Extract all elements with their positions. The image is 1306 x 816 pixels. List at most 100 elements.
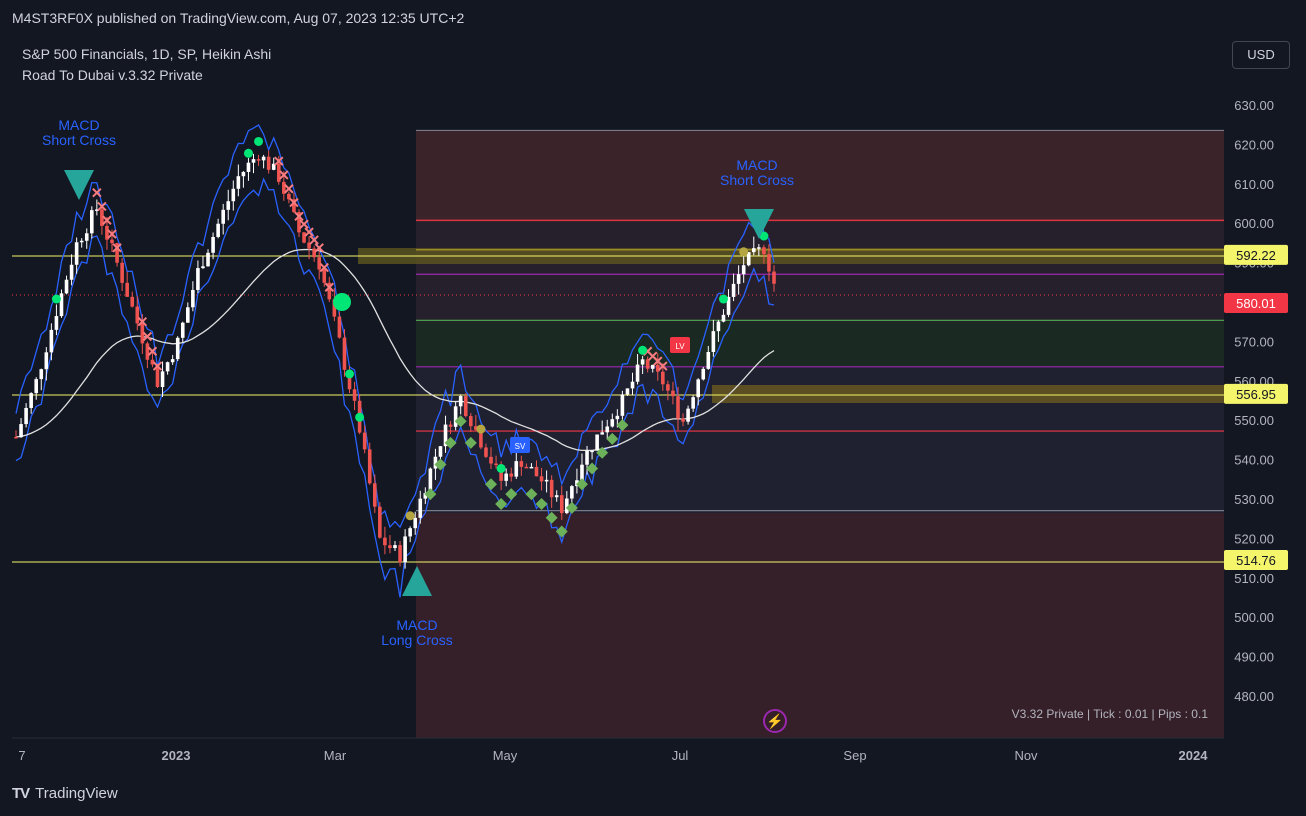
candle-body bbox=[14, 436, 18, 439]
publisher-line: M4ST3RF0X published on TradingView.com, … bbox=[12, 10, 465, 26]
candle-body bbox=[554, 495, 559, 498]
candle-body bbox=[509, 473, 514, 477]
candle-body bbox=[74, 242, 79, 265]
candle-body bbox=[145, 343, 150, 360]
candle-body bbox=[661, 371, 665, 385]
y-tick-label: 530.00 bbox=[1234, 492, 1274, 507]
y-tick-label: 540.00 bbox=[1234, 453, 1274, 468]
candle-body bbox=[49, 329, 54, 353]
candle-body bbox=[757, 247, 761, 249]
signal-dot bbox=[345, 369, 355, 379]
macd-short-text-2a: MACD bbox=[736, 157, 777, 173]
candle-body bbox=[701, 368, 706, 380]
candle-body bbox=[236, 176, 241, 189]
candle-body bbox=[640, 359, 645, 365]
candle-body bbox=[398, 545, 402, 563]
candle-body bbox=[772, 271, 776, 284]
candle-body bbox=[403, 536, 407, 563]
candle-body bbox=[393, 545, 397, 549]
candle-body bbox=[615, 415, 620, 420]
candle-body bbox=[39, 369, 44, 380]
candle-body bbox=[34, 379, 39, 394]
footer: TV TradingView bbox=[12, 785, 118, 802]
candle-body bbox=[135, 306, 140, 324]
candle-body bbox=[580, 464, 584, 481]
symbol-title[interactable]: S&P 500 Financials, 1D, SP, Heikin Ashi bbox=[22, 44, 271, 65]
candle-body bbox=[206, 252, 210, 267]
signal-dot bbox=[254, 136, 264, 146]
y-tick-label: 620.00 bbox=[1234, 137, 1274, 152]
candle-body bbox=[453, 406, 458, 427]
sell-cross-marker bbox=[284, 184, 294, 194]
candle-body bbox=[312, 248, 316, 258]
candle-body bbox=[767, 254, 771, 272]
candle-body bbox=[585, 450, 589, 465]
y-tick-label: 630.00 bbox=[1234, 98, 1274, 113]
candle-body bbox=[544, 479, 549, 482]
candle-body bbox=[69, 264, 74, 280]
candle-body bbox=[549, 479, 554, 498]
large-signal-dot bbox=[333, 293, 351, 311]
candle-body bbox=[696, 379, 700, 398]
candle-body bbox=[276, 163, 281, 182]
y-tick-label: 570.00 bbox=[1234, 334, 1274, 349]
candle-body bbox=[266, 156, 271, 170]
candle-body bbox=[186, 307, 190, 323]
candle-body bbox=[201, 266, 205, 269]
candle-body bbox=[625, 388, 630, 395]
candle-body bbox=[469, 416, 473, 427]
candle-body bbox=[125, 282, 129, 297]
candle-body bbox=[731, 283, 736, 297]
candle-body bbox=[711, 331, 716, 353]
candle-body bbox=[24, 407, 28, 425]
price-label: 556.95 bbox=[1236, 387, 1276, 402]
candle-body bbox=[241, 171, 246, 177]
y-tick-label: 480.00 bbox=[1234, 689, 1274, 704]
candle-body bbox=[519, 461, 524, 467]
candle-body bbox=[170, 359, 175, 363]
candle-body bbox=[484, 447, 488, 457]
candle-body bbox=[256, 159, 261, 161]
signal-dot bbox=[739, 247, 749, 257]
candle-body bbox=[246, 162, 251, 172]
currency-button[interactable]: USD bbox=[1232, 41, 1290, 69]
sv-badge-text: SV bbox=[515, 442, 526, 451]
chart-legend: S&P 500 Financials, 1D, SP, Heikin Ashi … bbox=[22, 44, 271, 86]
candle-body bbox=[676, 396, 680, 419]
signal-dot bbox=[638, 345, 648, 355]
candle-body bbox=[494, 463, 498, 466]
candle-body bbox=[196, 268, 200, 290]
candle-body bbox=[716, 321, 721, 332]
candle-body bbox=[90, 210, 94, 234]
candle-body bbox=[337, 316, 342, 338]
candle-body bbox=[590, 450, 594, 453]
candle-body bbox=[736, 274, 741, 284]
candle-body bbox=[251, 159, 256, 163]
candle-body bbox=[645, 359, 650, 369]
candle-body bbox=[706, 352, 711, 369]
signal-dot bbox=[355, 412, 365, 422]
chart-frame[interactable]: MACD Short Cross MACD Long Cross MACD Sh… bbox=[12, 34, 1294, 774]
x-tick-label: 7 bbox=[18, 748, 25, 763]
candle-body bbox=[650, 364, 655, 369]
candle-body bbox=[211, 236, 215, 253]
indicator-title[interactable]: Road To Dubai v.3.32 Private bbox=[22, 65, 271, 86]
lv-badge-text: LV bbox=[675, 342, 685, 351]
signal-dot bbox=[476, 424, 486, 434]
candle-body bbox=[489, 456, 493, 464]
macd-short-text-2b: Short Cross bbox=[720, 172, 794, 188]
candle-body bbox=[54, 316, 59, 330]
footer-brand[interactable]: TradingView bbox=[35, 785, 118, 802]
signal-dot bbox=[51, 294, 61, 304]
candle-body bbox=[595, 434, 599, 451]
candle-body bbox=[438, 446, 443, 457]
price-chart[interactable]: MACD Short Cross MACD Long Cross MACD Sh… bbox=[12, 34, 1294, 774]
y-tick-label: 600.00 bbox=[1234, 216, 1274, 231]
candle-body bbox=[44, 352, 49, 370]
candle-body bbox=[655, 364, 660, 372]
macd-short-text-1a: MACD bbox=[58, 117, 99, 133]
x-tick-label: Sep bbox=[843, 748, 866, 763]
candle-body bbox=[160, 371, 165, 388]
candle-body bbox=[570, 486, 574, 499]
candle-body bbox=[413, 517, 418, 529]
